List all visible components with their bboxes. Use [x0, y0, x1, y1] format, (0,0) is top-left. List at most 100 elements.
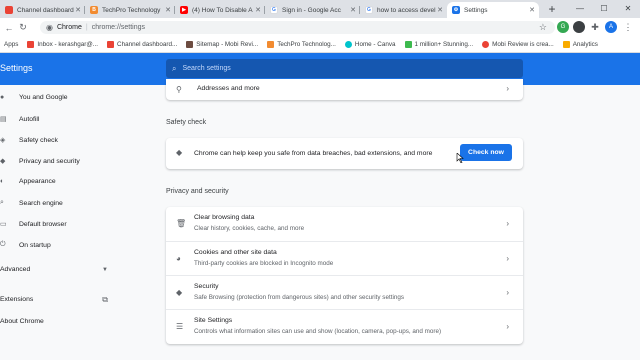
youtube-studio-icon: [5, 6, 13, 14]
address-bar[interactable]: ◉ Chrome | chrome://settings ☆: [40, 21, 555, 34]
sidebar-item-label: Default browser: [19, 220, 67, 228]
section-title-safety-check: Safety check: [166, 119, 207, 126]
more-menu-icon[interactable]: ⋮: [622, 21, 634, 33]
close-icon[interactable]: ✕: [350, 6, 356, 14]
tab-title: (4) How To Disable A: [192, 6, 253, 14]
sidebar-item-label: Autofill: [19, 115, 40, 123]
back-icon[interactable]: ←: [2, 23, 16, 33]
row-security[interactable]: ◆ Security Safe Browsing (protection fro…: [166, 275, 523, 309]
sidebar-item-safety-check[interactable]: ◈ Safety check: [0, 136, 58, 145]
browser-icon: ▭: [0, 221, 7, 228]
bookmark-label: 1 million+ Stunning...: [414, 41, 474, 48]
bookmark-canva[interactable]: Home - Canva: [344, 41, 396, 48]
row-title: Cookies and other site data: [194, 249, 277, 256]
grammarly-icon[interactable]: G: [557, 21, 569, 33]
shield-icon: ◆: [176, 148, 183, 157]
blogger-icon: B: [90, 6, 98, 14]
youtube-icon: ▶: [180, 6, 188, 14]
bookmark-sitemap[interactable]: Sitemap - Mobi Revi...: [186, 41, 258, 48]
row-clear-browsing-data[interactable]: 🗑 Clear browsing data Clear history, coo…: [166, 207, 523, 241]
close-icon[interactable]: ✕: [255, 6, 261, 14]
tab-channel-dashboard[interactable]: Channel dashboard ✕: [0, 2, 85, 18]
sidebar-item-extensions[interactable]: Extensions ⧉: [0, 294, 108, 304]
site-icon: [186, 41, 194, 48]
autofill-icon: ▤: [0, 116, 7, 123]
window-close-button[interactable]: ✕: [616, 0, 640, 18]
bookmark-star-icon[interactable]: ☆: [539, 22, 547, 33]
sidebar-item-label: On startup: [19, 241, 51, 249]
sidebar-item-search-engine[interactable]: ⌕ Search engine: [0, 199, 63, 207]
check-now-button[interactable]: Check now: [460, 144, 512, 161]
maximize-button[interactable]: ☐: [592, 0, 616, 18]
sidebar-item-appearance[interactable]: ◐ Appearance: [0, 178, 56, 185]
bookmark-apps[interactable]: Apps: [4, 41, 18, 48]
row-subtitle: Clear history, cookies, cache, and more: [194, 225, 305, 232]
tab-techpro[interactable]: B TechPro Technology ✕: [85, 2, 175, 18]
analytics-icon: [562, 41, 570, 48]
url-text: chrome://settings: [91, 24, 146, 31]
chevron-right-icon: ›: [506, 219, 509, 228]
chevron-right-icon[interactable]: ›: [506, 84, 509, 93]
row-site-settings[interactable]: ☰ Site Settings Controls what informatio…: [166, 309, 523, 343]
bookmark-analytics[interactable]: Analytics: [562, 41, 598, 48]
bookmark-channel[interactable]: Channel dashboard...: [107, 41, 177, 48]
search-icon: ⌕: [172, 63, 177, 73]
bookmark-inbox[interactable]: Inbox - kerashgar@...: [27, 41, 98, 48]
search-settings-input[interactable]: ⌕ Search settings: [166, 59, 523, 78]
bookmark-label: Inbox - kerashgar@...: [37, 41, 99, 48]
sidebar-item-label: Safety check: [19, 136, 58, 144]
tab-settings[interactable]: ⚙ Settings ✕: [447, 2, 539, 18]
open-external-icon: ⧉: [102, 294, 108, 304]
safety-check-description: Chrome can help keep you safe from data …: [194, 150, 433, 157]
bookmark-label: TechPro Technolog...: [277, 41, 336, 48]
reload-icon[interactable]: ↻: [16, 22, 30, 33]
bookmark-techpro[interactable]: TechPro Technolog...: [267, 41, 336, 48]
sidebar-item-on-startup[interactable]: ⏻ On startup: [0, 241, 51, 249]
sidebar-item-default-browser[interactable]: ▭ Default browser: [0, 220, 67, 229]
bookmark-stunning[interactable]: 1 million+ Stunning...: [404, 41, 474, 48]
trash-icon: 🗑: [176, 219, 187, 228]
extension-circle-icon[interactable]: [573, 21, 585, 33]
sidebar-item-label: Advanced: [0, 266, 31, 273]
avatar[interactable]: A: [605, 21, 617, 33]
tab-youtube[interactable]: ▶ (4) How To Disable A ✕: [175, 2, 265, 18]
tab-strip: Channel dashboard ✕ B TechPro Technology…: [0, 0, 640, 18]
settings-content: ● You and Google ▤ Autofill ◈ Safety check …: [0, 79, 640, 360]
close-icon[interactable]: ✕: [437, 6, 443, 14]
bookmarks-bar: Apps Inbox - kerashgar@... Channel dashb…: [0, 37, 640, 53]
mouse-cursor-icon: [456, 153, 464, 163]
close-icon[interactable]: ✕: [75, 6, 81, 14]
tab-title: Sign in - Google Acc: [282, 6, 341, 14]
sidebar-item-privacy[interactable]: ◆ Privacy and security: [0, 157, 80, 166]
autofill-card: ⚲ Addresses and more ›: [166, 79, 523, 100]
close-icon[interactable]: ✕: [165, 6, 171, 14]
palette-icon: ◐: [0, 178, 5, 185]
section-title-privacy: Privacy and security: [166, 188, 229, 195]
chevron-right-icon: ›: [506, 254, 509, 263]
sidebar-item-about-chrome[interactable]: About Chrome: [0, 318, 44, 325]
person-icon: ●: [0, 94, 5, 101]
tab-search[interactable]: G how to access devel ✕: [360, 2, 447, 18]
bookmark-label: Home - Canva: [354, 41, 396, 48]
row-title: Clear browsing data: [194, 214, 255, 221]
sidebar-item-label: Extensions: [0, 296, 34, 303]
blogger-icon: [267, 41, 275, 48]
bookmark-label: Channel dashboard...: [117, 41, 178, 48]
tab-title: Channel dashboard: [17, 6, 74, 14]
tab-google-signin[interactable]: G Sign in - Google Acc ✕: [265, 2, 360, 18]
search-placeholder: Search settings: [182, 65, 231, 72]
row-subtitle: Third-party cookies are blocked in Incog…: [194, 260, 334, 267]
minimize-button[interactable]: —: [568, 0, 592, 18]
row-cookies[interactable]: ◕ Cookies and other site data Third-part…: [166, 241, 523, 275]
sidebar-item-you-and-google[interactable]: ● You and Google: [0, 94, 68, 101]
bookmark-mobi[interactable]: Mobi Review is crea...: [482, 41, 554, 48]
addresses-label[interactable]: Addresses and more: [197, 85, 260, 92]
sidebar-item-autofill[interactable]: ▤ Autofill: [0, 115, 40, 124]
bookmark-label: Mobi Review is crea...: [492, 41, 554, 48]
puzzle-icon[interactable]: ✚: [589, 21, 601, 33]
close-icon[interactable]: ✕: [529, 6, 535, 14]
site-label: Chrome: [56, 24, 82, 31]
bookmark-label: Analytics: [572, 41, 598, 48]
new-tab-button[interactable]: +: [545, 2, 559, 16]
sidebar-item-advanced[interactable]: Advanced ▼: [0, 266, 108, 273]
